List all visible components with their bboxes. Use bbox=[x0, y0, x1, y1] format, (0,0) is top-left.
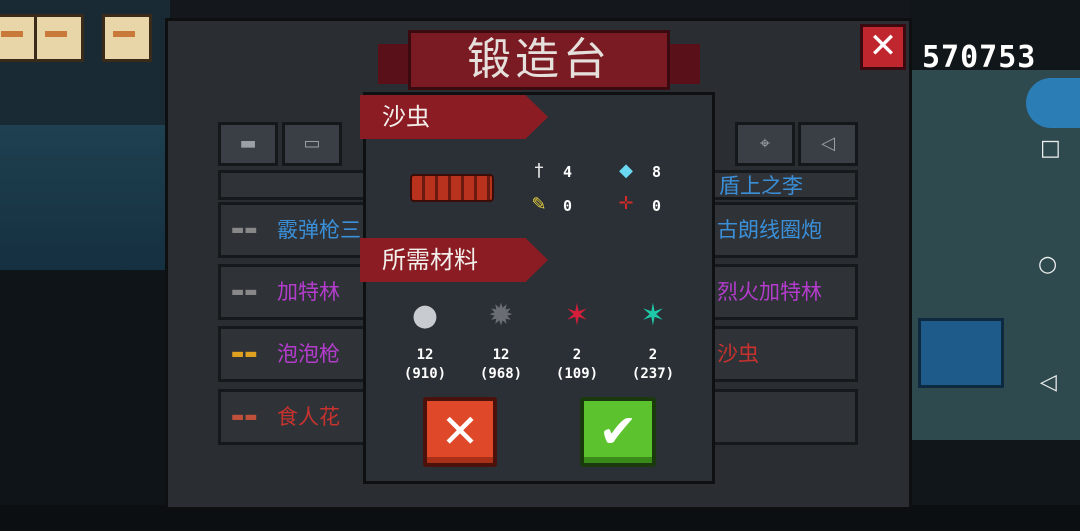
red-crystal-icon: ✶ bbox=[564, 298, 590, 333]
back-button[interactable]: ◁ bbox=[1040, 370, 1057, 395]
confirm-forge-button[interactable]: ✔ bbox=[580, 397, 656, 467]
material-required: 12 bbox=[416, 347, 434, 363]
list-item[interactable]: 古朗线圈炮 bbox=[710, 202, 858, 258]
list-item[interactable]: ▬▬ 霰弹枪三 bbox=[218, 202, 368, 258]
materials-ribbon: 所需材料 bbox=[360, 238, 548, 282]
weapon-label: 食人花 bbox=[277, 405, 340, 429]
shark-gun-icon: ◁ bbox=[821, 133, 835, 154]
crosshair-icon: ✛ bbox=[618, 193, 634, 214]
damage-value: 4 bbox=[563, 163, 573, 181]
weapon-detail-popup bbox=[363, 92, 715, 484]
sandworm-weapon-icon bbox=[410, 174, 494, 202]
material-owned: (968) bbox=[479, 366, 523, 382]
list-item[interactable]: 烈火加特林 bbox=[710, 264, 858, 320]
spread-value: 0 bbox=[652, 197, 662, 215]
material-owned: (109) bbox=[555, 366, 599, 382]
tab-smg[interactable]: ▬ bbox=[218, 122, 278, 166]
weapon-label: 古朗线圈炮 bbox=[717, 218, 822, 242]
material-owned: (910) bbox=[403, 366, 447, 382]
tab-crosshair[interactable]: ⌖ bbox=[735, 122, 795, 166]
tab-shark-gun[interactable]: ◁ bbox=[798, 122, 858, 166]
feather-icon: ✎ bbox=[531, 194, 547, 215]
weapon-name-ribbon: 沙虫 bbox=[360, 95, 548, 139]
material-owned: (237) bbox=[631, 366, 675, 382]
blueprint-screen bbox=[918, 318, 1004, 388]
sword-icon: † bbox=[534, 160, 544, 181]
page-title: 锻造台 bbox=[467, 34, 611, 85]
list-item-partial[interactable]: 盾上之李 bbox=[710, 170, 858, 200]
weapon-label: 烈火加特林 bbox=[717, 280, 822, 304]
list-item[interactable]: 沙虫 bbox=[710, 326, 858, 382]
gatling-icon: ▬▬ bbox=[231, 284, 258, 300]
close-button[interactable]: ✕ bbox=[860, 24, 906, 70]
tab-rifle[interactable]: ▭ bbox=[282, 122, 342, 166]
list-item[interactable]: ▬▬ 加特林 bbox=[218, 264, 368, 320]
list-item[interactable]: ▬▬ 泡泡枪 bbox=[218, 326, 368, 382]
wall-frame bbox=[102, 14, 152, 62]
material-required: 2 bbox=[572, 347, 582, 363]
shotgun-icon: ▬▬ bbox=[231, 222, 258, 238]
weapon-label: 霰弹枪三 bbox=[277, 218, 361, 242]
gear-part-icon: ✹ bbox=[488, 298, 514, 333]
video-record-icon[interactable] bbox=[1026, 78, 1080, 128]
background-water bbox=[0, 125, 170, 270]
home-button[interactable]: ○ bbox=[1038, 252, 1057, 277]
weapon-label: 泡泡枪 bbox=[277, 342, 340, 366]
flower-gun-icon: ▬▬ bbox=[231, 409, 258, 425]
rifle-icon: ▭ bbox=[303, 133, 321, 154]
weapon-label: 加特林 bbox=[277, 280, 340, 304]
crit-value: 0 bbox=[563, 197, 573, 215]
list-item-empty bbox=[710, 389, 858, 445]
recent-apps-button[interactable]: □ bbox=[1040, 136, 1061, 161]
weapon-label: 沙虫 bbox=[717, 342, 759, 366]
wall-frame bbox=[34, 14, 84, 62]
energy-value: 8 bbox=[652, 163, 662, 181]
ore-icon: ● bbox=[411, 298, 439, 333]
energy-crystal-icon: ◆ bbox=[619, 160, 633, 181]
material-required: 2 bbox=[648, 347, 658, 363]
list-item-partial bbox=[218, 170, 368, 200]
green-crystal-icon: ✶ bbox=[640, 298, 666, 333]
gem-counter: 570753 bbox=[922, 40, 1037, 75]
material-required: 12 bbox=[492, 347, 510, 363]
cancel-button[interactable]: ✕ bbox=[423, 397, 497, 467]
crosshair-icon: ⌖ bbox=[759, 133, 771, 154]
smg-icon: ▬ bbox=[239, 133, 257, 154]
bubble-gun-icon: ▬▬ bbox=[231, 346, 258, 362]
weapon-label: 盾上之李 bbox=[719, 174, 803, 198]
list-item[interactable]: ▬▬ 食人花 bbox=[218, 389, 368, 445]
